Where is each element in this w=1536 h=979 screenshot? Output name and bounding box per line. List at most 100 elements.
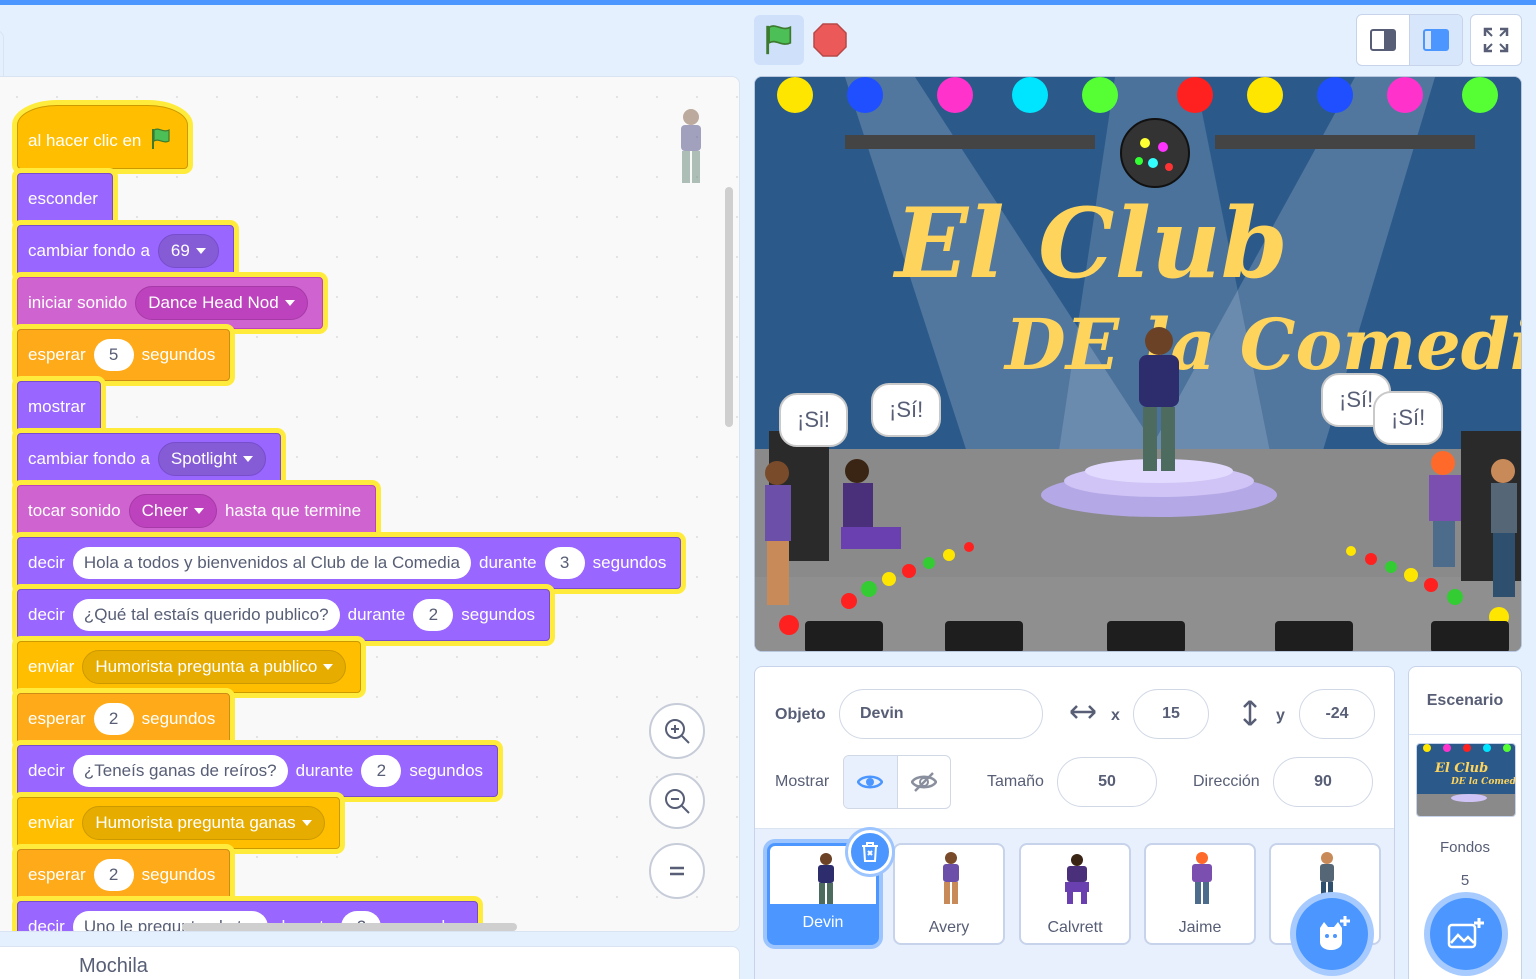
zoom-reset-button[interactable] [649, 843, 705, 899]
fullscreen-button[interactable] [1470, 14, 1522, 66]
dropdown-value: Cheer [141, 501, 188, 520]
sound-dropdown[interactable]: Cheer [128, 494, 217, 528]
block-suffix: segundos [592, 553, 667, 572]
broadcast-block[interactable]: enviar Humorista pregunta a publico [17, 641, 362, 693]
start-sound-block[interactable]: iniciar sonido Dance Head Nod [17, 277, 323, 329]
block-suffix: segundos [141, 865, 216, 884]
delete-sprite-button[interactable] [848, 830, 892, 874]
visibility-toggle[interactable] [843, 755, 951, 809]
sprite-thumbnail [818, 853, 834, 905]
block-suffix: segundos [141, 709, 216, 728]
y-label: y [1276, 707, 1285, 724]
hide-block[interactable]: esconder [17, 173, 113, 225]
stage-title-line2: DE la Comedia [1003, 303, 1522, 386]
backdrop-dropdown[interactable]: 69 [157, 234, 219, 268]
block-label: mostrar [28, 397, 86, 416]
block-label: cambiar fondo a [28, 241, 150, 260]
stage-thumbnail[interactable]: El Club DE la Comedia [1416, 743, 1516, 817]
y-arrows-icon [1241, 699, 1259, 732]
block-label: decir [28, 605, 65, 624]
sprite-name: Jaime [1178, 919, 1222, 936]
vertical-scrollbar[interactable] [725, 187, 733, 427]
normal-stage-button[interactable] [1409, 15, 1462, 65]
block-label: iniciar sonido [28, 293, 128, 312]
caret-down-icon [323, 664, 334, 670]
backpack-panel[interactable]: Mochila [0, 946, 740, 979]
thumb-title-line2: DE la Comedia [1450, 777, 1516, 787]
size-input[interactable]: 50 [1057, 757, 1157, 807]
secs-input[interactable]: 3 [544, 547, 585, 579]
sprite-tile-calvrett[interactable]: Calvrett [1019, 843, 1131, 945]
hide-sprite-button[interactable] [896, 756, 951, 808]
switch-backdrop-block[interactable]: cambiar fondo a Spotlight [17, 433, 282, 485]
sprite-name-input[interactable]: Devin [839, 689, 1043, 739]
show-block[interactable]: mostrar [17, 381, 101, 433]
sprite-tile-jaime[interactable]: Jaime [1144, 843, 1256, 945]
zoom-in-icon [665, 719, 690, 744]
wait-seconds-input[interactable]: 2 [93, 859, 134, 891]
say-for-secs-block[interactable]: decir Hola a todos y bienvenidos al Club… [17, 537, 682, 589]
block-label: decir [28, 553, 65, 572]
when-flag-clicked-block[interactable]: al hacer clic en [17, 105, 189, 169]
say-text-input[interactable]: Hola a todos y bienvenidos al Club de la… [72, 547, 471, 579]
secs-input[interactable]: 2 [361, 755, 402, 787]
stage-scene: El Club DE la Comedia [755, 77, 1522, 651]
sound-dropdown[interactable]: Dance Head Nod [135, 286, 308, 320]
eye-slash-icon [910, 772, 937, 792]
show-sprite-button[interactable] [844, 756, 897, 808]
say-text-input[interactable]: ¿Teneís ganas de reíros? [72, 755, 288, 787]
secs-input[interactable]: 2 [413, 599, 454, 631]
fullscreen-icon [1483, 27, 1509, 53]
message-dropdown[interactable]: Humorista pregunta ganas [82, 806, 325, 840]
zoom-out-icon [665, 789, 690, 814]
stage-canvas[interactable]: El Club DE la Comedia ¡Si! ¡Sí! ¡Sí! ¡Sí… [754, 76, 1522, 652]
sprite-info: Objeto Devin x 15 y -24 Mostrar Tamaño 5… [755, 667, 1394, 829]
stage-title-line1: El Club [892, 187, 1288, 300]
y-position-input[interactable]: -24 [1299, 689, 1375, 739]
direction-label: Dirección [1193, 773, 1260, 790]
sprite-thumbnail [943, 852, 959, 904]
wait-block[interactable]: esperar 2 segundos [17, 693, 231, 745]
switch-backdrop-block[interactable]: cambiar fondo a 69 [17, 225, 234, 277]
choose-sprite-button[interactable] [1296, 898, 1368, 970]
green-flag-button[interactable] [754, 15, 804, 65]
wait-seconds-input[interactable]: 5 [93, 339, 134, 371]
direction-input[interactable]: 90 [1273, 757, 1373, 807]
code-area[interactable]: al hacer clic en esconder cambiar fondo … [0, 76, 740, 932]
block-label: tocar sonido [28, 501, 121, 520]
backdrop-dropdown[interactable]: Spotlight [157, 442, 267, 476]
x-label: x [1111, 707, 1120, 724]
block-suffix: segundos [461, 605, 536, 624]
speech-bubble: ¡Si! [779, 393, 848, 447]
trash-icon [862, 842, 878, 862]
choose-backdrop-button[interactable] [1430, 898, 1502, 970]
play-sound-until-done-block[interactable]: tocar sonido Cheer hasta que termine [17, 485, 377, 537]
backdrops-count: 5 [1460, 872, 1470, 889]
block-suffix: hasta que termine [224, 501, 362, 520]
say-for-secs-block[interactable]: decir ¿Teneís ganas de reíros? durante 2… [17, 745, 499, 797]
zoom-out-button[interactable] [649, 773, 705, 829]
horizontal-scrollbar[interactable] [182, 923, 517, 931]
block-mid-label: durante [347, 605, 406, 624]
dropdown-value: Dance Head Nod [148, 293, 279, 312]
wait-block[interactable]: esperar 5 segundos [17, 329, 231, 381]
message-dropdown[interactable]: Humorista pregunta a publico [82, 650, 347, 684]
x-position-input[interactable]: 15 [1133, 689, 1209, 739]
say-for-secs-block[interactable]: decir ¿Qué tal estaís querido publico? d… [17, 589, 551, 641]
editor-tab-edge [0, 30, 4, 76]
say-text-input[interactable]: ¿Qué tal estaís querido publico? [72, 599, 340, 631]
top-accent-bar [0, 0, 1536, 5]
sprite-tile-avery[interactable]: Avery [893, 843, 1005, 945]
broadcast-block[interactable]: enviar Humorista pregunta ganas [17, 797, 340, 849]
zoom-in-button[interactable] [649, 703, 705, 759]
small-stage-button[interactable] [1357, 15, 1409, 65]
wait-block[interactable]: esperar 2 segundos [17, 849, 231, 901]
stage-size-toggle[interactable] [1356, 14, 1463, 66]
backpack-label: Mochila [79, 955, 148, 977]
block-label: enviar [28, 813, 75, 832]
block-mid-label: durante [295, 761, 354, 780]
backdrops-label: Fondos [1439, 839, 1491, 856]
sprite-name: Devin [770, 904, 876, 942]
stop-button[interactable] [810, 20, 850, 60]
wait-seconds-input[interactable]: 2 [93, 703, 134, 735]
